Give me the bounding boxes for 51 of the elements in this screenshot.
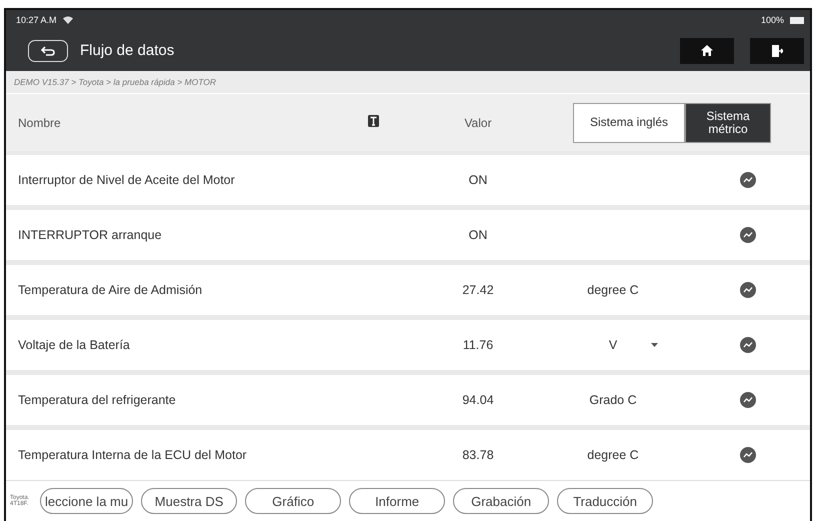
graph-icon[interactable] bbox=[740, 227, 756, 244]
parameter-value: ON bbox=[468, 173, 488, 188]
table-row[interactable]: Voltaje de la Batería 11.76 V bbox=[6, 320, 810, 370]
footer-button[interactable]: Grabación bbox=[453, 488, 550, 514]
graph-icon[interactable] bbox=[740, 392, 756, 408]
parameter-name: Voltaje de la Batería bbox=[17, 338, 131, 352]
table-row[interactable]: Temperatura Interna de la ECU del Motor 83.78 degree C bbox=[6, 430, 810, 480]
home-button[interactable] bbox=[680, 38, 734, 64]
parameter-unit: V bbox=[608, 338, 618, 352]
parameter-value: ON bbox=[468, 228, 488, 242]
unit-toggle-option[interactable]: Sistema inglés bbox=[573, 102, 685, 143]
parameter-unit: degree C bbox=[587, 283, 639, 298]
table-row[interactable]: Interruptor de Nivel de Aceite del Motor ON bbox=[6, 155, 810, 206]
footer-button[interactable]: Traducción bbox=[557, 488, 654, 514]
table-row[interactable]: Temperatura de Aire de Admisión 27.42 degree C bbox=[6, 265, 810, 316]
clock: 10:27 A.M bbox=[16, 15, 57, 25]
home-icon bbox=[701, 45, 713, 56]
back-arrow-icon bbox=[41, 46, 55, 56]
parameter-value: 27.42 bbox=[461, 283, 495, 298]
parameter-name: Temperatura Interna de la ECU del Motor bbox=[17, 448, 248, 462]
parameter-name: Temperatura del refrigerante bbox=[17, 393, 177, 408]
table-row[interactable]: Temperatura del refrigerante 94.04 Grado C bbox=[6, 375, 810, 426]
window-title: Flujo de datos bbox=[80, 42, 176, 59]
footer-button[interactable]: Informe bbox=[349, 488, 446, 514]
unit-toggle-option[interactable]: Sistema métrico bbox=[685, 102, 771, 143]
battery-icon bbox=[790, 16, 804, 24]
table-row[interactable]: INTERRUPTOR arranque ON bbox=[6, 210, 810, 260]
footer-button[interactable]: Muestra DS bbox=[141, 488, 238, 514]
footer-button[interactable]: Gráfico bbox=[245, 488, 342, 514]
back-button[interactable] bbox=[28, 40, 68, 62]
column-header: Nombre bbox=[17, 116, 62, 130]
column-header: Valor bbox=[463, 116, 493, 130]
parameter-value: 94.04 bbox=[461, 393, 495, 408]
exit-icon bbox=[771, 44, 783, 56]
graph-icon[interactable] bbox=[740, 172, 756, 188]
battery-level: 100% bbox=[760, 15, 784, 25]
parameter-unit: Grado C bbox=[589, 393, 637, 408]
caret-icon[interactable] bbox=[651, 343, 658, 348]
wifi-icon bbox=[62, 16, 73, 24]
parameter-value: 11.76 bbox=[462, 338, 494, 352]
parameter-name: INTERRUPTOR arranque bbox=[17, 228, 163, 242]
exit-button[interactable] bbox=[750, 38, 804, 64]
parameter-unit: degree C bbox=[587, 448, 639, 462]
parameter-value: 83.78 bbox=[461, 448, 495, 462]
parameter-name: Temperatura de Aire de Admisión bbox=[17, 283, 204, 298]
graph-icon[interactable] bbox=[740, 447, 756, 464]
footer-button[interactable]: leccione la mu bbox=[40, 488, 134, 514]
graph-icon[interactable] bbox=[740, 337, 756, 354]
graph-icon[interactable] bbox=[740, 282, 756, 298]
parameter-name: Interruptor de Nivel de Aceite del Motor bbox=[17, 173, 236, 188]
text-size-icon[interactable] bbox=[368, 115, 379, 128]
